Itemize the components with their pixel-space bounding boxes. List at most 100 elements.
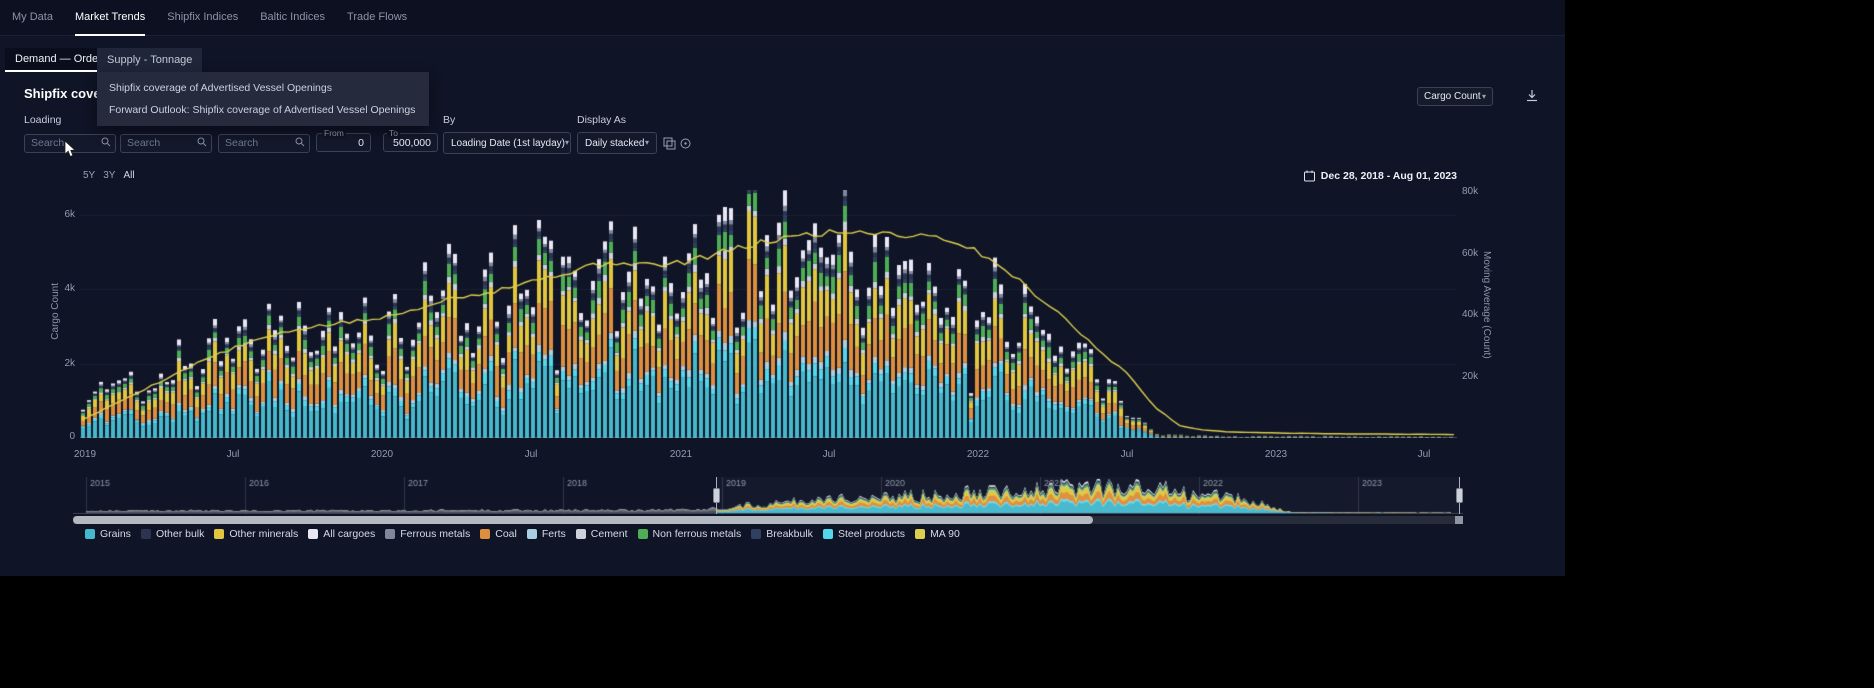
range-5y-button[interactable]: 5Y <box>83 170 95 181</box>
legend-label: Ferts <box>542 528 566 540</box>
date-range-text: Dec 28, 2018 - Aug 01, 2023 <box>1321 170 1457 182</box>
legend-swatch <box>915 529 925 539</box>
menu-item-shipfix-coverage[interactable]: Shipfix coverage of Advertised Vessel Op… <box>97 77 429 99</box>
to-label: To <box>387 128 400 138</box>
legend-item[interactable]: Steel products <box>823 528 905 540</box>
legend-label: All cargoes <box>323 528 375 540</box>
x-axis-tick: 2022 <box>967 449 989 460</box>
display-as-label: Display As <box>577 114 626 126</box>
range-buttons: 5Y 3Y All <box>83 170 135 181</box>
scrollbar-thumb[interactable] <box>73 516 1093 524</box>
x-axis-tick: 2020 <box>371 449 393 460</box>
chart-legend: Grains Other bulk Other minerals All car… <box>85 528 960 540</box>
app-root: My Data Market Trends Shipfix Indices Ba… <box>0 0 1565 576</box>
legend-label: Breakbulk <box>766 528 813 540</box>
legend-label: Other bulk <box>156 528 204 540</box>
x-axis-tick: Jul <box>823 449 836 460</box>
tab-supply-tonnage[interactable]: Supply - Tonnage <box>97 48 202 72</box>
chevron-down-icon: ▾ <box>1482 93 1486 101</box>
legend-swatch <box>823 529 833 539</box>
cargo-types-search-group <box>218 133 310 152</box>
range-3y-button[interactable]: 3Y <box>103 170 115 181</box>
navigator-selection[interactable] <box>716 477 1459 514</box>
nav-trade-flows[interactable]: Trade Flows <box>347 0 407 36</box>
supply-dropdown-menu: Shipfix coverage of Advertised Vessel Op… <box>97 72 429 126</box>
loading-search-group <box>24 133 116 152</box>
scrollbar-right-button[interactable] <box>1455 516 1463 524</box>
navigator-right-handle[interactable] <box>1456 488 1463 503</box>
legend-item[interactable]: Other bulk <box>141 528 204 540</box>
chevron-down-icon: ▾ <box>565 139 569 147</box>
right-axis-tick: 40k <box>1462 309 1478 320</box>
nav-market-trends[interactable]: Market Trends <box>75 0 145 36</box>
download-icon <box>1524 88 1540 104</box>
nav-my-data[interactable]: My Data <box>12 0 53 36</box>
search-icon <box>295 137 305 147</box>
display-as-select-value: Daily stacked <box>585 138 644 149</box>
legend-swatch <box>527 529 537 539</box>
range-all-button[interactable]: All <box>123 170 134 181</box>
x-axis-tick: 2021 <box>670 449 692 460</box>
legend-item[interactable]: Coal <box>480 528 517 540</box>
legend-label: Coal <box>495 528 517 540</box>
legend-label: Steel products <box>838 528 905 540</box>
nav-baltic-indices[interactable]: Baltic Indices <box>260 0 325 36</box>
x-axis-tick: 2019 <box>74 449 96 460</box>
legend-item[interactable]: Other minerals <box>214 528 298 540</box>
display-as-select[interactable]: Daily stacked ▾ <box>577 132 657 154</box>
copy-icon <box>663 137 676 150</box>
legend-item[interactable]: Breakbulk <box>751 528 813 540</box>
target-icon <box>679 137 692 150</box>
left-axis-tick: 2k <box>55 358 75 369</box>
legend-item[interactable]: Ferrous metals <box>385 528 470 540</box>
left-axis-tick: 4k <box>55 283 75 294</box>
legend-swatch <box>751 529 761 539</box>
x-axis-tick: Jul <box>1121 449 1134 460</box>
legend-item[interactable]: Non ferrous metals <box>638 528 742 540</box>
chevron-down-icon: ▾ <box>645 139 649 147</box>
legend-swatch <box>214 529 224 539</box>
navigator-left-handle[interactable] <box>713 488 720 503</box>
x-axis-tick: Jul <box>525 449 538 460</box>
legend-item[interactable]: Ferts <box>527 528 566 540</box>
metric-select[interactable]: Cargo Count ▾ <box>1417 87 1493 106</box>
legend-swatch <box>638 529 648 539</box>
date-range-picker[interactable]: Dec 28, 2018 - Aug 01, 2023 <box>1304 170 1457 182</box>
right-axis-title: Moving Average (Count) <box>1481 251 1492 359</box>
from-label: From <box>322 128 346 138</box>
x-axis-tick: 2023 <box>1265 449 1287 460</box>
discharging-search-group <box>120 133 212 152</box>
legend-swatch <box>308 529 318 539</box>
left-axis-tick: 0 <box>55 431 75 442</box>
nav-shipfix-indices[interactable]: Shipfix Indices <box>167 0 238 36</box>
legend-swatch <box>85 529 95 539</box>
main-chart-canvas[interactable] <box>80 190 1457 438</box>
legend-label: Other minerals <box>229 528 298 540</box>
legend-label: MA 90 <box>930 528 960 540</box>
legend-label: Grains <box>100 528 131 540</box>
compare-button[interactable] <box>662 137 677 152</box>
legend-item[interactable]: Grains <box>85 528 131 540</box>
by-select[interactable]: Loading Date (1st layday) ▾ <box>443 132 571 154</box>
legend-item[interactable]: All cargoes <box>308 528 375 540</box>
zoom-reset-button[interactable] <box>678 137 693 152</box>
x-axis-tick: Jul <box>1418 449 1431 460</box>
top-nav: My Data Market Trends Shipfix Indices Ba… <box>0 0 1565 36</box>
x-axis-tick: Jul <box>227 449 240 460</box>
search-icon <box>101 137 111 147</box>
legend-swatch <box>385 529 395 539</box>
legend-swatch <box>480 529 490 539</box>
legend-label: Non ferrous metals <box>653 528 742 540</box>
right-axis-tick: 20k <box>1462 371 1478 382</box>
by-select-value: Loading Date (1st layday) <box>451 138 565 149</box>
by-label: By <box>443 114 455 126</box>
legend-item[interactable]: Cement <box>576 528 628 540</box>
legend-label: Ferrous metals <box>400 528 470 540</box>
right-axis-tick: 60k <box>1462 248 1478 259</box>
loading-label: Loading <box>24 114 61 126</box>
download-button[interactable] <box>1522 87 1542 107</box>
left-axis-tick: 6k <box>55 209 75 220</box>
right-axis-tick: 80k <box>1462 186 1478 197</box>
legend-item[interactable]: MA 90 <box>915 528 960 540</box>
menu-item-forward-outlook[interactable]: Forward Outlook: Shipfix coverage of Adv… <box>97 99 429 121</box>
